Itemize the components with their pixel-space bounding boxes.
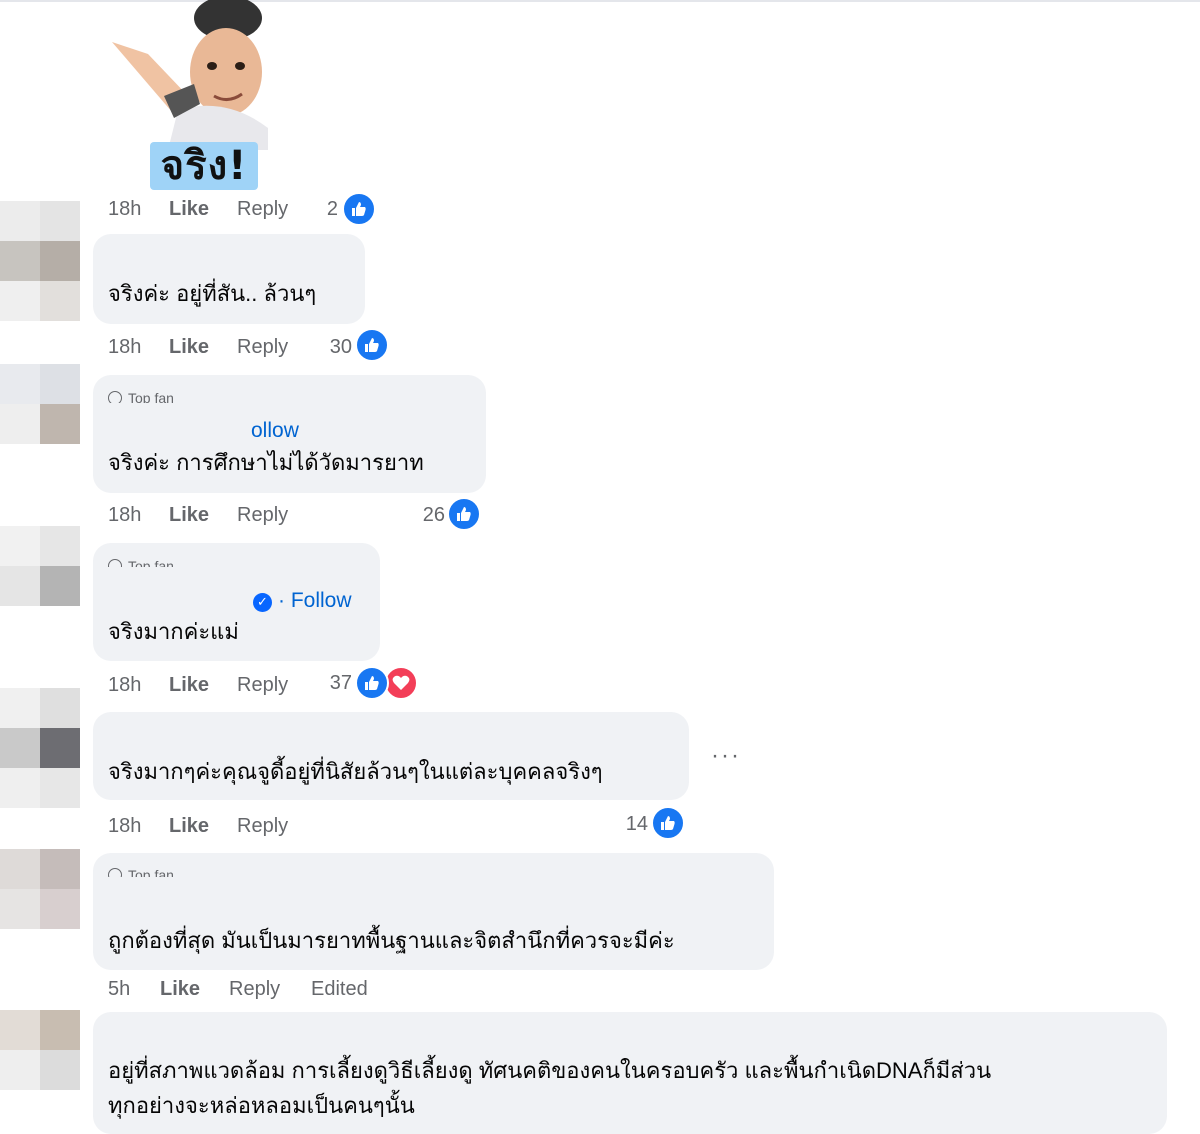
reaction-count[interactable]: 30 [300,335,352,359]
comment-text: ถูกต้องที่สุด มันเป็นมารยาทพื้นฐานและจิต… [108,928,675,953]
comment-text: จริงมากค่ะแม่ [108,619,239,644]
like-button[interactable]: Like [169,335,209,359]
reply-button[interactable]: Reply [237,335,288,359]
follow-button[interactable]: ✓ · Follow [253,588,352,614]
reaction-count[interactable]: 37 [300,671,352,695]
like-button[interactable]: Like [169,814,209,838]
reaction-count[interactable]: 14 [600,812,648,836]
like-reaction-icon [355,328,389,362]
comment-text: จริงค่ะ อยู่ที่สัน.. ล้วนๆ [108,281,317,306]
comment-time[interactable]: 18h [108,814,141,838]
top-fan-badge: Top fan [108,557,174,567]
like-reaction-icon [355,666,389,700]
globe-icon [108,868,122,877]
verified-icon: ✓ [253,593,272,612]
love-reaction-icon [384,666,418,700]
edited-label: Edited [311,978,368,1000]
reply-button[interactable]: Reply [229,977,280,1001]
more-options-icon[interactable]: ··· [711,744,741,768]
top-fan-badge: Top fan [108,389,174,403]
like-reaction-icon [651,806,685,840]
like-reaction-icon [342,192,376,226]
avatar[interactable] [0,849,80,929]
avatar[interactable] [0,526,80,606]
reaction-count[interactable]: 2 [300,197,338,221]
comment-text-line: อยู่ที่สภาพแวดล้อม การเลี้ยงดูวิธีเลี้ยง… [108,1058,992,1083]
reply-button[interactable]: Reply [237,814,288,838]
like-button[interactable]: Like [169,197,209,221]
reply-button[interactable]: Reply [237,503,288,527]
follow-button[interactable]: ollow [251,418,299,444]
reply-button[interactable]: Reply [237,673,288,697]
avatar[interactable] [0,1010,80,1090]
avatar[interactable] [0,364,80,444]
top-fan-badge: Top fan [108,866,174,877]
comment-text: จริงมากๆค่ะคุณจูดี้อยู่ที่นิสัยล้วนๆในแต… [108,759,603,784]
like-reaction-icon [447,497,481,531]
avatar[interactable] [0,688,80,808]
comment-time[interactable]: 5h [108,977,130,1001]
comment-time[interactable]: 18h [108,503,141,527]
comment-text-line: ทุกอย่างจะหล่อหลอมเป็นคนๆนั้น [108,1093,415,1118]
sticker-caption: จริง! [150,142,258,190]
reply-button[interactable]: Reply [237,197,288,221]
comment-time[interactable]: 18h [108,673,141,697]
globe-icon [108,559,122,567]
globe-icon [108,391,122,403]
avatar[interactable] [0,201,80,321]
like-button[interactable]: Like [169,503,209,527]
comment-text: จริงค่ะ การศึกษาไม่ได้วัดมารยาท [108,450,424,475]
comment-time[interactable]: 18h [108,197,141,221]
reaction-count[interactable]: 26 [400,503,445,527]
comment-time[interactable]: 18h [108,335,141,359]
like-button[interactable]: Like [169,673,209,697]
like-button[interactable]: Like [160,977,200,1001]
